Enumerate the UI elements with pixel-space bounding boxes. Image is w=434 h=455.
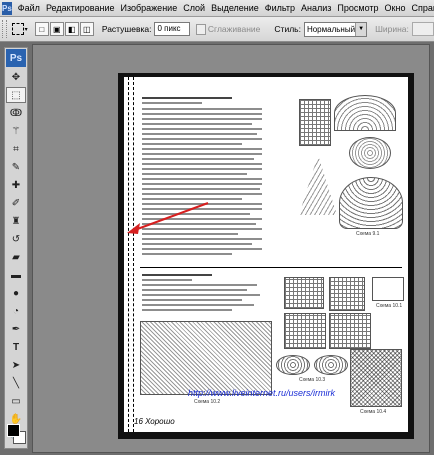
menu-select[interactable]: Выделение xyxy=(208,3,262,13)
lasso-icon[interactable]: ↂ xyxy=(6,105,26,121)
arrow-shaft xyxy=(131,202,209,232)
eyedropper-icon[interactable]: ✎ xyxy=(6,159,26,175)
selection-modes: □ ▣ ◧ ◫ xyxy=(34,22,94,36)
gradient-icon[interactable]: ▬ xyxy=(6,267,26,283)
tool-preset-picker[interactable]: ▾ xyxy=(10,20,28,38)
add-selection-icon[interactable]: ▣ xyxy=(49,22,64,36)
menu-analysis[interactable]: Анализ xyxy=(298,3,334,13)
antialias-label: Сглаживание xyxy=(207,24,261,34)
toolbox: Ps ✥ ⬚ ↂ ⚚ ⌗ ✎ ✚ ✐ ♜ ↺ ▰ ▬ ● ◔ ✒ T ➤ ╲ ▭… xyxy=(4,47,28,449)
menu-view[interactable]: Просмотр xyxy=(334,3,381,13)
chevron-down-icon: ▾ xyxy=(24,26,28,33)
subtract-selection-icon[interactable]: ◧ xyxy=(64,22,79,36)
style-value: Нормальный xyxy=(306,24,356,34)
style-select[interactable]: Нормальный ▼ xyxy=(303,21,368,37)
path-select-icon[interactable]: ➤ xyxy=(6,357,26,373)
color-swatches[interactable] xyxy=(7,424,26,444)
menu-window[interactable]: Окно xyxy=(382,3,409,13)
menu-filter[interactable]: Фильтр xyxy=(262,3,298,13)
chevron-down-icon: ▼ xyxy=(355,22,367,36)
stamp-icon[interactable]: ♜ xyxy=(6,213,26,229)
menu-layer[interactable]: Слой xyxy=(180,3,208,13)
pen-icon[interactable]: ✒ xyxy=(6,321,26,337)
scanned-page-frame: Схема 9.1 Схема 10.1 Схема 10.2 Схема 10… xyxy=(118,73,414,439)
magic-wand-icon[interactable]: ⚚ xyxy=(6,123,26,139)
ps-logo-icon: Ps xyxy=(6,49,26,67)
menu-help[interactable]: Справка xyxy=(408,3,434,13)
antialias-checkbox[interactable] xyxy=(196,23,206,35)
move-icon[interactable]: ✥ xyxy=(6,69,26,85)
width-input[interactable] xyxy=(411,22,434,36)
notes-icon[interactable]: ▭ xyxy=(6,393,26,409)
width-label: Ширина: xyxy=(375,24,409,34)
eraser-icon[interactable]: ▰ xyxy=(6,249,26,265)
menu-image[interactable]: Изображение xyxy=(118,3,181,13)
document-window: Схема 9.1 Схема 10.1 Схема 10.2 Схема 10… xyxy=(32,44,430,453)
dodge-icon[interactable]: ◔ xyxy=(6,303,26,319)
healing-icon[interactable]: ✚ xyxy=(6,177,26,193)
menu-file[interactable]: Файл xyxy=(15,3,43,13)
menu-bar: Ps Файл Редактирование Изображение Слой … xyxy=(0,0,434,17)
line-icon[interactable]: ╲ xyxy=(6,375,26,391)
red-arrow-annotation xyxy=(127,202,209,234)
options-bar: ▾ □ ▣ ◧ ◫ Растушевка: 0 пикс Сглаживание… xyxy=(0,17,434,42)
history-brush-icon[interactable]: ↺ xyxy=(6,231,26,247)
rect-marquee-icon xyxy=(11,23,24,35)
options-grip[interactable] xyxy=(2,20,8,38)
app-logo-icon[interactable]: Ps xyxy=(2,1,12,15)
feather-input[interactable]: 0 пикс xyxy=(154,22,191,36)
style-label: Стиль: xyxy=(274,24,301,34)
brush-icon[interactable]: ✐ xyxy=(6,195,26,211)
crop-icon[interactable]: ⌗ xyxy=(6,141,26,157)
arrow-head-icon xyxy=(127,223,140,234)
blur-icon[interactable]: ● xyxy=(6,285,26,301)
intersect-selection-icon[interactable]: ◫ xyxy=(79,22,94,36)
new-selection-icon[interactable]: □ xyxy=(34,22,49,36)
foreground-color-swatch[interactable] xyxy=(7,424,20,437)
marquee-icon[interactable]: ⬚ xyxy=(6,87,26,103)
type-icon[interactable]: T xyxy=(6,339,26,355)
feather-label: Растушевка: xyxy=(101,24,152,34)
menu-edit[interactable]: Редактирование xyxy=(43,3,118,13)
